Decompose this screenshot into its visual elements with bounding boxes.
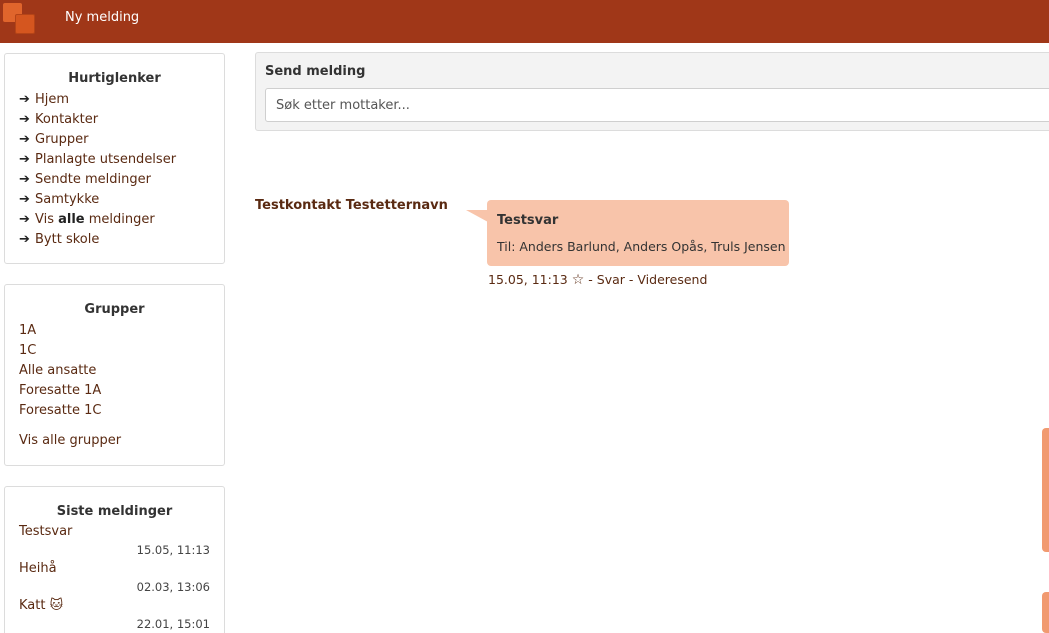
group-item[interactable]: 1C bbox=[19, 341, 210, 361]
message-meta: 15.05, 11:13 ☆ - Svar - Videresend bbox=[488, 272, 707, 288]
separator: - bbox=[584, 272, 597, 287]
message-title: Testsvar bbox=[497, 213, 559, 228]
arrow-right-icon: ➔ bbox=[19, 172, 30, 187]
message-sender[interactable]: Testkontakt Testetternavn bbox=[255, 198, 448, 213]
quicklink-groups[interactable]: ➔ Grupper bbox=[19, 130, 210, 150]
recent-message-time: 15.05, 11:13 bbox=[136, 543, 210, 557]
arrow-right-icon: ➔ bbox=[19, 232, 30, 247]
quicklink-home[interactable]: ➔ Hjem bbox=[19, 90, 210, 110]
quicklink-switch-school[interactable]: ➔ Bytt skole bbox=[19, 230, 210, 250]
quicklink-scheduled[interactable]: ➔ Planlagte utsendelser bbox=[19, 150, 210, 170]
message-timestamp: 15.05, 11:13 bbox=[488, 272, 568, 287]
group-item[interactable]: Alle ansatte bbox=[19, 361, 210, 381]
show-all-groups-link[interactable]: Vis alle grupper bbox=[19, 431, 210, 451]
quicklink-all-messages[interactable]: ➔ Vis alle meldinger bbox=[19, 210, 210, 230]
send-message-panel: Send melding bbox=[255, 52, 1049, 131]
quicklinks-panel: Hurtiglenker ➔ Hjem ➔ Kontakter ➔ Grupper ➔… bbox=[4, 53, 225, 264]
forward-link[interactable]: Videresend bbox=[637, 272, 707, 287]
side-tab[interactable] bbox=[1042, 428, 1049, 552]
groups-heading: Grupper bbox=[84, 302, 145, 317]
group-item[interactable]: 1A bbox=[19, 321, 210, 341]
arrow-right-icon: ➔ bbox=[19, 112, 30, 127]
quicklink-consent[interactable]: ➔ Samtykke bbox=[19, 190, 210, 210]
recent-heading: Siste meldinger bbox=[56, 504, 173, 519]
star-icon[interactable]: ☆ bbox=[572, 272, 585, 288]
recent-message-name: Katt 🐱 bbox=[19, 598, 64, 613]
arrow-right-icon: ➔ bbox=[19, 92, 30, 107]
arrow-right-icon: ➔ bbox=[19, 212, 30, 227]
recent-message-name: Heihå bbox=[19, 561, 57, 576]
group-item[interactable]: Foresatte 1A bbox=[19, 381, 210, 401]
recent-message-item[interactable]: Heihå 02.03, 13:06 bbox=[19, 560, 210, 597]
recent-messages-panel: Siste meldinger Testsvar 15.05, 11:13 He… bbox=[4, 486, 225, 633]
quicklinks-heading: Hurtiglenker bbox=[68, 71, 161, 86]
recent-message-time: 02.03, 13:06 bbox=[136, 580, 210, 594]
groups-panel: Grupper 1A 1C Alle ansatte Foresatte 1A … bbox=[4, 284, 225, 466]
reply-link[interactable]: Svar bbox=[597, 272, 625, 287]
side-tab[interactable] bbox=[1042, 592, 1049, 633]
app-logo-icon[interactable] bbox=[3, 3, 37, 37]
top-bar: Ny melding bbox=[0, 0, 1049, 43]
quicklink-contacts[interactable]: ➔ Kontakter bbox=[19, 110, 210, 130]
recipient-search-input[interactable] bbox=[265, 88, 1049, 122]
bubble-tail bbox=[466, 210, 488, 222]
recent-message-time: 22.01, 15:01 bbox=[136, 617, 210, 631]
message-recipients: Til: Anders Barlund, Anders Opås, Truls … bbox=[497, 239, 786, 254]
quicklink-sent[interactable]: ➔ Sendte meldinger bbox=[19, 170, 210, 190]
arrow-right-icon: ➔ bbox=[19, 132, 30, 147]
group-item[interactable]: Foresatte 1C bbox=[19, 401, 210, 421]
separator: - bbox=[624, 272, 638, 287]
send-message-label: Send melding bbox=[265, 64, 366, 79]
arrow-right-icon: ➔ bbox=[19, 192, 30, 207]
recent-message-item[interactable]: Katt 🐱 22.01, 15:01 bbox=[19, 597, 210, 633]
recent-message-item[interactable]: Testsvar 15.05, 11:13 bbox=[19, 523, 210, 560]
recent-message-name: Testsvar bbox=[19, 524, 73, 539]
arrow-right-icon: ➔ bbox=[19, 152, 30, 167]
message-bubble[interactable]: Testsvar Til: Anders Barlund, Anders Opå… bbox=[487, 200, 789, 266]
app-title[interactable]: Ny melding bbox=[65, 9, 139, 27]
